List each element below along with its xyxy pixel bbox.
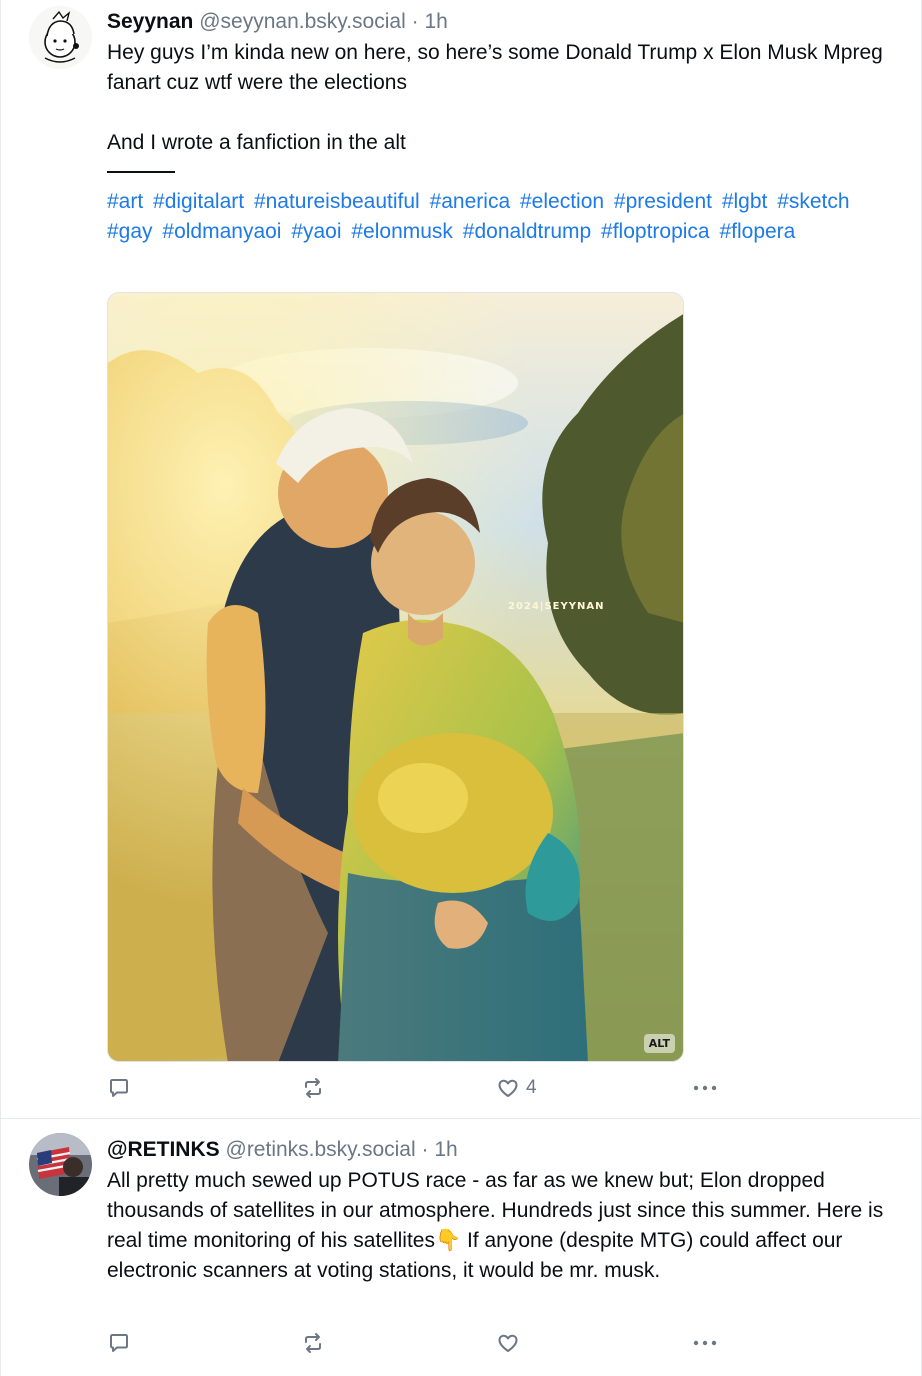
author-name[interactable]: Seyynan xyxy=(107,10,193,33)
hashtag-link[interactable]: #donaldtrump xyxy=(463,220,591,243)
more-options-button[interactable] xyxy=(691,1329,719,1357)
post-time[interactable]: 1h xyxy=(424,10,447,33)
hashtag-link[interactable]: #digitalart xyxy=(153,190,244,213)
hashtag-link[interactable]: #president xyxy=(614,190,712,213)
repost-button[interactable] xyxy=(301,1329,325,1357)
post-image[interactable]: 2024|SEYYNAN ALT xyxy=(107,292,684,1062)
hashtag-link[interactable]: #elonmusk xyxy=(351,220,453,243)
post-content: Seyynan @seyynan.bsky.social · 1h Hey gu… xyxy=(107,9,887,247)
hashtag-list: #art #digitalart #natureisbeautiful #ane… xyxy=(107,187,887,247)
post-text: All pretty much sewed up POTUS race - as… xyxy=(107,1166,887,1286)
post[interactable]: @RETINKS @retinks.bsky.social · 1h All p… xyxy=(1,1119,921,1376)
alt-text-badge[interactable]: ALT xyxy=(643,1034,675,1053)
avatar[interactable] xyxy=(29,1133,92,1196)
more-icon xyxy=(693,1085,717,1091)
reply-button[interactable] xyxy=(107,1074,131,1102)
artwork-illustration xyxy=(108,293,683,1061)
like-button[interactable]: 4 xyxy=(496,1074,537,1102)
post-text-body: All pretty much sewed up POTUS race - as… xyxy=(107,1169,884,1282)
author-handle[interactable]: @retinks.bsky.social xyxy=(226,1138,416,1161)
like-button[interactable] xyxy=(496,1329,520,1357)
reply-icon xyxy=(110,1334,128,1352)
repost-button[interactable] xyxy=(301,1074,325,1102)
reply-icon xyxy=(110,1079,128,1097)
hashtag-link[interactable]: #gay xyxy=(107,220,153,243)
post[interactable]: Seyynan @seyynan.bsky.social · 1h Hey gu… xyxy=(1,0,921,1118)
hashtag-link[interactable]: #lgbt xyxy=(722,190,768,213)
heart-icon xyxy=(498,1079,518,1097)
image-watermark: 2024|SEYYNAN xyxy=(508,601,605,612)
avatar-photo xyxy=(29,1133,92,1196)
post-actions xyxy=(107,1329,727,1357)
more-icon xyxy=(693,1340,717,1346)
hashtag-link[interactable]: #natureisbeautiful xyxy=(254,190,420,213)
post-text-line: And I wrote a fanfiction in the alt xyxy=(107,131,406,154)
hashtag-link[interactable]: #floptropica xyxy=(601,220,710,243)
hashtag-link[interactable]: #oldmanyaoi xyxy=(162,220,281,243)
post-text-line: Hey guys I’m kinda new on here, so here’… xyxy=(107,41,883,94)
hashtag-link[interactable]: #election xyxy=(520,190,604,213)
post-meta: @RETINKS @retinks.bsky.social · 1h xyxy=(107,1137,887,1163)
post-meta: Seyynan @seyynan.bsky.social · 1h xyxy=(107,9,887,35)
hashtag-link[interactable]: #anerica xyxy=(430,190,511,213)
avatar[interactable] xyxy=(29,6,92,69)
post-feed: Seyynan @seyynan.bsky.social · 1h Hey gu… xyxy=(0,0,922,1376)
post-time[interactable]: 1h xyxy=(434,1138,457,1161)
repost-icon xyxy=(305,1333,321,1353)
post-content: @RETINKS @retinks.bsky.social · 1h All p… xyxy=(107,1137,887,1286)
hashtag-link[interactable]: #yaoi xyxy=(291,220,341,243)
hashtag-link[interactable]: #sketch xyxy=(777,190,849,213)
avatar-drawing xyxy=(29,6,92,69)
repost-icon xyxy=(305,1078,321,1098)
heart-icon xyxy=(498,1334,518,1352)
post-actions: 4 xyxy=(107,1074,727,1102)
hashtag-link[interactable]: #art xyxy=(107,190,143,213)
author-handle[interactable]: @seyynan.bsky.social xyxy=(199,10,406,33)
text-divider xyxy=(107,171,175,173)
meta-separator: · xyxy=(421,1138,429,1161)
reply-button[interactable] xyxy=(107,1329,131,1357)
more-options-button[interactable] xyxy=(691,1074,719,1102)
like-count: 4 xyxy=(526,1077,537,1098)
post-text: Hey guys I’m kinda new on here, so here’… xyxy=(107,38,887,173)
author-name[interactable]: @RETINKS xyxy=(107,1138,220,1161)
hashtag-link[interactable]: #flopera xyxy=(719,220,795,243)
meta-separator: · xyxy=(411,10,419,33)
